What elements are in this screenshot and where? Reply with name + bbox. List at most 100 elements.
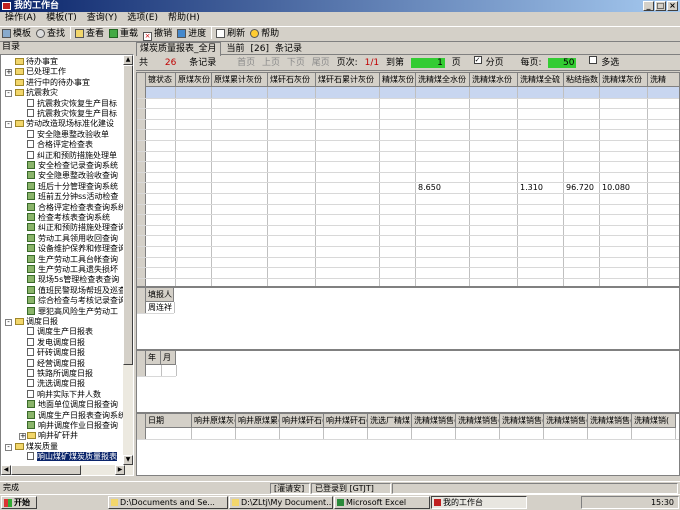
column-header[interactable]: 响井原煤灰( xyxy=(192,414,236,428)
column-header[interactable]: 洗精煤水份 xyxy=(470,73,518,87)
data-cell[interactable]: 8.650 xyxy=(418,182,441,193)
tree-item[interactable]: 进行中的待办事宜 xyxy=(15,78,90,88)
tree-item[interactable]: 响井调度作业日报查询 xyxy=(27,421,118,431)
refresh-button[interactable]: 刷新 xyxy=(214,27,248,41)
tree-item[interactable]: 安全隐患整改验收单 xyxy=(27,129,109,140)
tree-item[interactable]: 抗震救灾 xyxy=(15,88,58,98)
tree-item[interactable]: 调度日报 xyxy=(15,317,58,327)
expand-icon[interactable]: + xyxy=(5,69,12,77)
last-page-link[interactable]: 尾页 xyxy=(312,56,330,71)
collapse-icon[interactable]: - xyxy=(5,319,12,326)
minimize-button[interactable]: _ xyxy=(643,1,654,11)
column-header[interactable]: 响井煤矸石( xyxy=(324,414,368,428)
scroll-left-button[interactable]: ◀ xyxy=(1,465,11,475)
clock[interactable]: 15:30 xyxy=(651,498,674,507)
prev-page-link[interactable]: 上页 xyxy=(262,56,280,71)
paging-checkbox[interactable]: ✓ xyxy=(473,56,482,64)
tree-item[interactable]: 待办事宜 xyxy=(15,57,58,67)
find-button[interactable]: 查找 xyxy=(34,27,68,41)
tree-item[interactable]: 响井实际下井人数 xyxy=(27,389,101,400)
tree-item[interactable]: 安全检查记录查询系统 xyxy=(27,161,118,171)
menu-query[interactable]: 查询(Y) xyxy=(82,12,123,25)
column-header[interactable]: 响井煤矸石( xyxy=(280,414,324,428)
column-header[interactable]: 洗精煤销售( xyxy=(412,414,456,428)
column-header[interactable]: 精煤灰份 xyxy=(380,73,416,87)
reload-button[interactable]: 重载 xyxy=(107,27,141,41)
data-cell[interactable]: 96.720 xyxy=(566,182,594,193)
menu-options[interactable]: 选项(E) xyxy=(122,12,163,25)
tree-item[interactable]: 罪犯高风险生产劳动工 xyxy=(27,306,118,317)
tree-item[interactable]: 抗震救灾恢复生产目标 xyxy=(27,109,117,119)
tree-item[interactable]: 综合检查与考核记录查询 xyxy=(27,296,126,306)
tree-horizontal-scrollbar[interactable]: ◀ ▶ xyxy=(1,465,133,475)
column-header[interactable]: 洗精煤灰份 xyxy=(600,73,648,87)
tree-item[interactable]: 值班民警现场帮班及巡查 xyxy=(27,285,126,296)
tree-vertical-scrollbar[interactable]: ▲ ▼ xyxy=(123,55,133,475)
column-header-month[interactable]: 月 xyxy=(161,351,176,365)
column-header[interactable]: 洗精 xyxy=(648,73,679,87)
column-header[interactable]: 原煤灰份 xyxy=(176,73,212,87)
column-header[interactable]: 洗精煤销售( xyxy=(588,414,632,428)
column-header[interactable]: 洗精煤销( xyxy=(632,414,676,428)
multi-select-toggle[interactable]: 多选 xyxy=(589,56,623,71)
tree-item[interactable]: 班前五分钟ss活动检查 xyxy=(27,192,118,202)
collapse-icon[interactable]: - xyxy=(5,121,12,129)
tree-item[interactable]: 安全隐患整改验收查询 xyxy=(27,171,118,181)
column-header[interactable]: 煤矸石累计灰份 xyxy=(316,73,380,87)
column-header[interactable]: 洗精煤销售( xyxy=(500,414,544,428)
tree-item[interactable]: 生产劳动工具遗失损坏 xyxy=(27,265,118,275)
view-button[interactable]: 查看 xyxy=(73,27,107,41)
column-header[interactable]: 日期 xyxy=(146,414,192,428)
report-tab[interactable]: 煤炭质量报表_全月 xyxy=(136,42,221,56)
first-page-link[interactable]: 首页 xyxy=(237,56,255,71)
tree-item[interactable]: 纠正和预防措施处理单 xyxy=(27,150,117,161)
data-cell[interactable]: 10.080 xyxy=(602,182,630,193)
column-header-year[interactable]: 年 xyxy=(146,351,161,365)
start-button[interactable]: 开始 xyxy=(1,496,37,509)
multi-select-checkbox[interactable] xyxy=(589,56,598,64)
progress-button[interactable]: 进度 xyxy=(175,27,209,41)
tree-item[interactable]: 抗震救灾恢复生产目标 xyxy=(27,98,117,109)
scroll-right-button[interactable]: ▶ xyxy=(115,465,125,475)
template-button[interactable]: 模板 xyxy=(0,27,34,41)
goto-page-input[interactable]: 1 xyxy=(410,58,445,68)
column-header[interactable]: 洗选厂精煤 xyxy=(368,414,412,428)
maximize-button[interactable]: □ xyxy=(655,1,666,11)
tree-item[interactable]: 地面单位调度日报查询 xyxy=(27,400,118,410)
tree-item[interactable]: 铁路所调度日报 xyxy=(27,369,93,379)
column-header[interactable]: 粘结指数 xyxy=(564,73,600,87)
scroll-down-button[interactable]: ▼ xyxy=(123,455,133,465)
expand-icon[interactable]: + xyxy=(19,433,26,441)
column-header[interactable]: 洗精煤全硫 xyxy=(518,73,564,87)
tree-item[interactable]: 现场5s管理检查表查询 xyxy=(27,275,119,285)
column-header[interactable]: 填报人 xyxy=(146,288,174,302)
tree-item[interactable]: 合格评定检查表 xyxy=(27,140,93,150)
tree-item[interactable]: 响山煤矿煤炭质量报表 xyxy=(27,452,117,462)
paging-toggle[interactable]: ✓ 分页 xyxy=(473,56,508,71)
tree-item[interactable]: 劳动改造现场标准化建设 xyxy=(15,119,114,129)
next-page-link[interactable]: 下页 xyxy=(287,56,305,71)
column-header[interactable]: 洗精煤全水份 xyxy=(416,73,470,87)
tree-item[interactable]: 调度生产日报表 xyxy=(27,327,93,337)
reporter-cell[interactable]: 周连祥 xyxy=(148,302,172,313)
data-cell[interactable]: 1.310 xyxy=(520,182,543,193)
per-page-input[interactable]: 50 xyxy=(548,58,577,68)
close-button[interactable]: × xyxy=(667,1,678,11)
tree-item[interactable]: 响井矿矸井 xyxy=(27,431,78,441)
tree-item[interactable]: 纠正和预防措施处理查询 xyxy=(27,223,126,233)
task-workbench[interactable]: 我的工作台 xyxy=(431,496,527,509)
task-zltj[interactable]: D:\ZLtj\My Document... xyxy=(229,496,333,509)
column-header[interactable]: 煤矸石灰份 xyxy=(268,73,316,87)
tree-item[interactable]: 经营调度日报 xyxy=(27,358,85,369)
column-header[interactable]: 响井原煤累( xyxy=(236,414,280,428)
task-excel[interactable]: Microsoft Excel xyxy=(334,496,430,509)
help-button[interactable]: 帮助 xyxy=(248,27,282,41)
menu-template[interactable]: 模板(T) xyxy=(41,12,82,25)
tree-item[interactable]: 合格评定检查表查询系统 xyxy=(27,202,126,213)
tree-item[interactable]: 检查考核表查询系统 xyxy=(27,213,110,223)
collapse-icon[interactable]: - xyxy=(5,90,12,98)
tree-item[interactable]: 已处理工作 xyxy=(15,67,66,77)
column-header[interactable]: 洗精煤销售( xyxy=(456,414,500,428)
hscroll-thumb[interactable] xyxy=(11,465,81,475)
tree-item[interactable]: 生产劳动工具台帐查询 xyxy=(27,254,118,265)
